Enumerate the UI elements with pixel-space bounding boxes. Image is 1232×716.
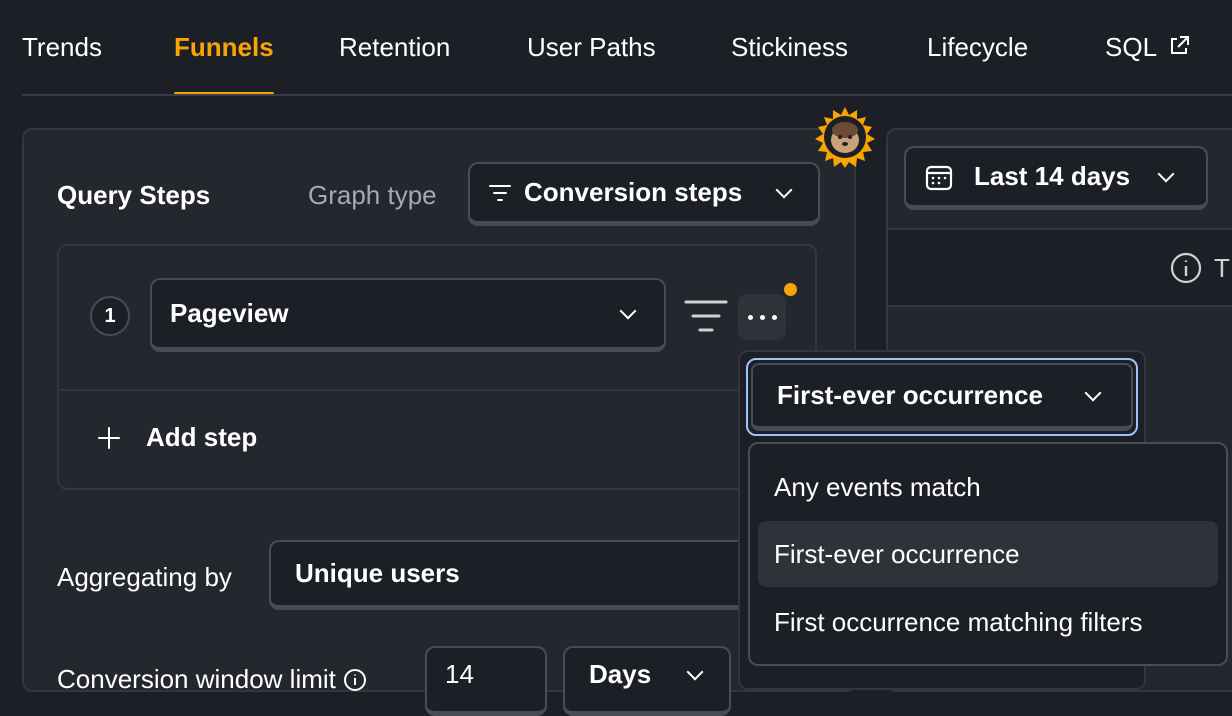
results-info: T [1170, 252, 1230, 284]
filter-icon [489, 184, 511, 201]
more-icon-dot [759, 314, 765, 320]
conversion-unit-value: Days [589, 659, 652, 689]
chevron-down-icon [1157, 165, 1175, 182]
graph-type-label: Graph type [308, 180, 437, 210]
results-info-text: T [1214, 252, 1230, 283]
conversion-window-label: Conversion window limit [57, 664, 367, 695]
more-icon-dot [747, 314, 753, 320]
chevron-down-icon [686, 663, 704, 680]
add-step-button[interactable]: Add step [96, 422, 257, 453]
results-subheader-divider [888, 305, 1232, 307]
step-filter-icon[interactable] [684, 298, 728, 334]
plus-icon [98, 426, 120, 449]
step-event-select[interactable]: Pageview [150, 278, 666, 352]
menu-item-first-occurrence-matching-filters[interactable]: First occurrence matching filters [758, 589, 1218, 655]
conversion-window-value: 14 [445, 659, 474, 689]
step-filter-select-inner: First-ever occurrence [751, 363, 1133, 431]
tab-funnels[interactable]: Funnels [174, 32, 274, 63]
info-icon [1170, 252, 1202, 284]
more-icon-dot [771, 314, 777, 320]
tab-sql-label: SQL [1105, 32, 1157, 62]
date-range-select[interactable]: Last 14 days [904, 146, 1208, 210]
tabs-divider [22, 94, 1232, 96]
add-step-label: Add step [146, 422, 258, 452]
external-link-icon [1171, 36, 1190, 54]
step-event-value: Pageview [170, 298, 289, 328]
notification-dot [784, 283, 797, 296]
menu-item-any-events-match[interactable]: Any events match [758, 454, 1218, 520]
date-range-value: Last 14 days [974, 161, 1131, 191]
tab-sql[interactable]: SQL [1105, 32, 1191, 63]
step-number: 1 [104, 304, 116, 327]
aggregating-select[interactable]: Unique users [269, 540, 769, 610]
conversion-window-input[interactable]: 14 [425, 646, 547, 716]
tab-retention[interactable]: Retention [339, 32, 450, 63]
info-icon [344, 669, 367, 691]
conversion-unit-select[interactable]: Days [563, 646, 731, 716]
step-more-button[interactable] [738, 294, 786, 340]
conversion-window-text: Conversion window limit [57, 664, 336, 694]
hedgehog-avatar [814, 106, 876, 168]
step-divider [58, 389, 816, 391]
step-filter-selected-value: First-ever occurrence [777, 380, 1043, 410]
tab-trends[interactable]: Trends [22, 32, 102, 63]
aggregating-value: Unique users [295, 558, 460, 588]
graph-type-value: Conversion steps [524, 177, 743, 207]
step-number-badge: 1 [90, 296, 130, 336]
aggregating-label: Aggregating by [57, 562, 232, 592]
calendar-icon [925, 165, 953, 190]
tab-stickiness[interactable]: Stickiness [731, 32, 848, 63]
step-filter-select[interactable]: First-ever occurrence [746, 358, 1138, 436]
chevron-down-icon [619, 302, 637, 319]
tab-user-paths[interactable]: User Paths [527, 32, 656, 63]
menu-item-first-ever-occurrence[interactable]: First-ever occurrence [758, 521, 1218, 587]
chevron-down-icon [1084, 384, 1102, 401]
chevron-down-icon [775, 181, 793, 198]
tab-lifecycle[interactable]: Lifecycle [927, 32, 1028, 63]
query-steps-title: Query Steps [57, 180, 211, 210]
graph-type-select[interactable]: Conversion steps [468, 162, 820, 226]
